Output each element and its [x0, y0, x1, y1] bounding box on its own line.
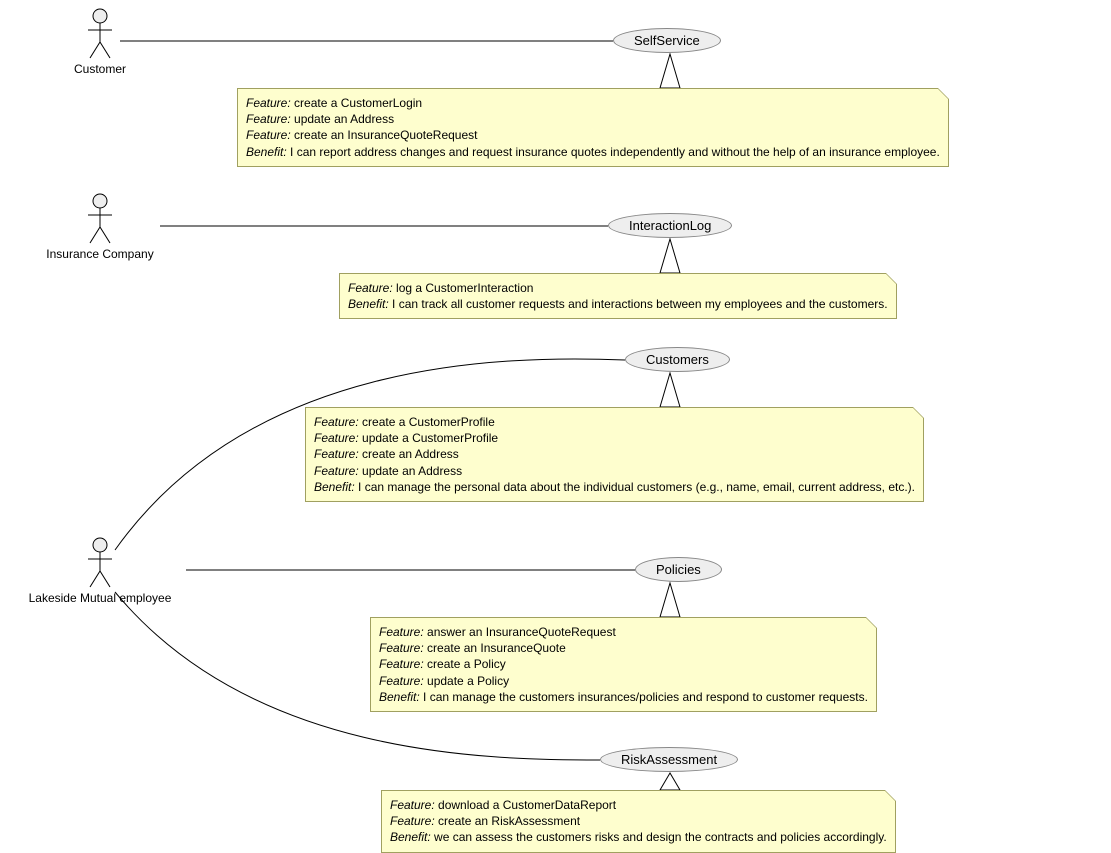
note-line-key: Benefit:: [348, 297, 392, 311]
note-line-value: log a CustomerInteraction: [396, 281, 533, 295]
actor-insurance-company: Insurance Company: [20, 193, 180, 261]
note-line-key: Feature:: [314, 447, 362, 461]
note-line-key: Benefit:: [379, 690, 423, 704]
note-line-key: Benefit:: [314, 480, 358, 494]
note-line: Feature: create an InsuranceQuoteRequest: [246, 127, 940, 143]
note-line-key: Feature:: [390, 814, 438, 828]
note-customers: Feature: create a CustomerProfileFeature…: [305, 407, 924, 502]
actor-label: Insurance Company: [20, 247, 180, 261]
note-line-key: Feature:: [314, 431, 362, 445]
note-line-value: update an Address: [294, 112, 394, 126]
note-line-key: Feature:: [379, 674, 427, 688]
note-line-key: Benefit:: [390, 830, 434, 844]
actor-customer: Customer: [20, 8, 180, 76]
note-line-value: I can track all customer requests and in…: [392, 297, 888, 311]
note-line-value: update a Policy: [427, 674, 509, 688]
actor-label: Lakeside Mutual employee: [20, 591, 180, 605]
usecase-policies: Policies: [635, 557, 722, 582]
note-line: Benefit: I can report address changes an…: [246, 144, 940, 160]
note-line-value: I can report address changes and request…: [290, 145, 940, 159]
stick-figure-icon: [86, 193, 114, 245]
usecase-customers: Customers: [625, 347, 730, 372]
note-line: Feature: log a CustomerInteraction: [348, 280, 888, 296]
note-line-value: create a Policy: [427, 657, 506, 671]
note-line-key: Feature:: [246, 128, 294, 142]
note-line: Feature: create an Address: [314, 446, 915, 462]
stick-figure-icon: [86, 537, 114, 589]
note-line-value: update a CustomerProfile: [362, 431, 498, 445]
stick-figure-icon: [86, 8, 114, 60]
note-line: Benefit: I can manage the customers insu…: [379, 689, 868, 705]
note-line-key: Feature:: [379, 641, 427, 655]
note-line: Benefit: we can assess the customers ris…: [390, 829, 887, 845]
note-line-key: Feature:: [246, 96, 294, 110]
usecase-selfservice: SelfService: [613, 28, 721, 53]
note-line-value: create a CustomerProfile: [362, 415, 495, 429]
note-selfservice: Feature: create a CustomerLoginFeature: …: [237, 88, 949, 167]
actor-label: Customer: [20, 62, 180, 76]
note-line-key: Feature:: [246, 112, 294, 126]
note-line-key: Feature:: [314, 464, 362, 478]
note-line: Feature: create a CustomerProfile: [314, 414, 915, 430]
note-line-value: I can manage the customers insurances/po…: [423, 690, 868, 704]
note-line: Feature: create a CustomerLogin: [246, 95, 940, 111]
note-line-value: answer an InsuranceQuoteRequest: [427, 625, 616, 639]
note-line: Feature: update a Policy: [379, 673, 868, 689]
note-policies: Feature: answer an InsuranceQuoteRequest…: [370, 617, 877, 712]
usecase-interactionlog: InteractionLog: [608, 213, 732, 238]
note-line-key: Feature:: [348, 281, 396, 295]
note-line-value: I can manage the personal data about the…: [358, 480, 915, 494]
usecase-riskassessment: RiskAssessment: [600, 747, 738, 772]
note-line-key: Benefit:: [246, 145, 290, 159]
note-line-value: create an RiskAssessment: [438, 814, 580, 828]
note-line: Feature: create an RiskAssessment: [390, 813, 887, 829]
note-line-key: Feature:: [379, 657, 427, 671]
note-line: Benefit: I can manage the personal data …: [314, 479, 915, 495]
note-line-value: create an Address: [362, 447, 459, 461]
note-line-value: create a CustomerLogin: [294, 96, 422, 110]
note-riskassessment: Feature: download a CustomerDataReportFe…: [381, 790, 896, 853]
note-line-key: Feature:: [314, 415, 362, 429]
note-line-key: Feature:: [390, 798, 438, 812]
note-line: Feature: answer an InsuranceQuoteRequest: [379, 624, 868, 640]
note-line-key: Feature:: [379, 625, 427, 639]
note-line: Feature: create an InsuranceQuote: [379, 640, 868, 656]
note-line-value: download a CustomerDataReport: [438, 798, 616, 812]
note-line-value: create an InsuranceQuoteRequest: [294, 128, 477, 142]
note-interactionlog: Feature: log a CustomerInteractionBenefi…: [339, 273, 897, 319]
note-line: Feature: update a CustomerProfile: [314, 430, 915, 446]
note-line-value: update an Address: [362, 464, 462, 478]
actor-lakeside-employee: Lakeside Mutual employee: [20, 537, 180, 605]
note-line: Feature: update an Address: [314, 463, 915, 479]
note-line: Benefit: I can track all customer reques…: [348, 296, 888, 312]
note-line: Feature: update an Address: [246, 111, 940, 127]
note-line-value: create an InsuranceQuote: [427, 641, 566, 655]
note-line: Feature: create a Policy: [379, 656, 868, 672]
note-line-value: we can assess the customers risks and de…: [434, 830, 887, 844]
note-line: Feature: download a CustomerDataReport: [390, 797, 887, 813]
